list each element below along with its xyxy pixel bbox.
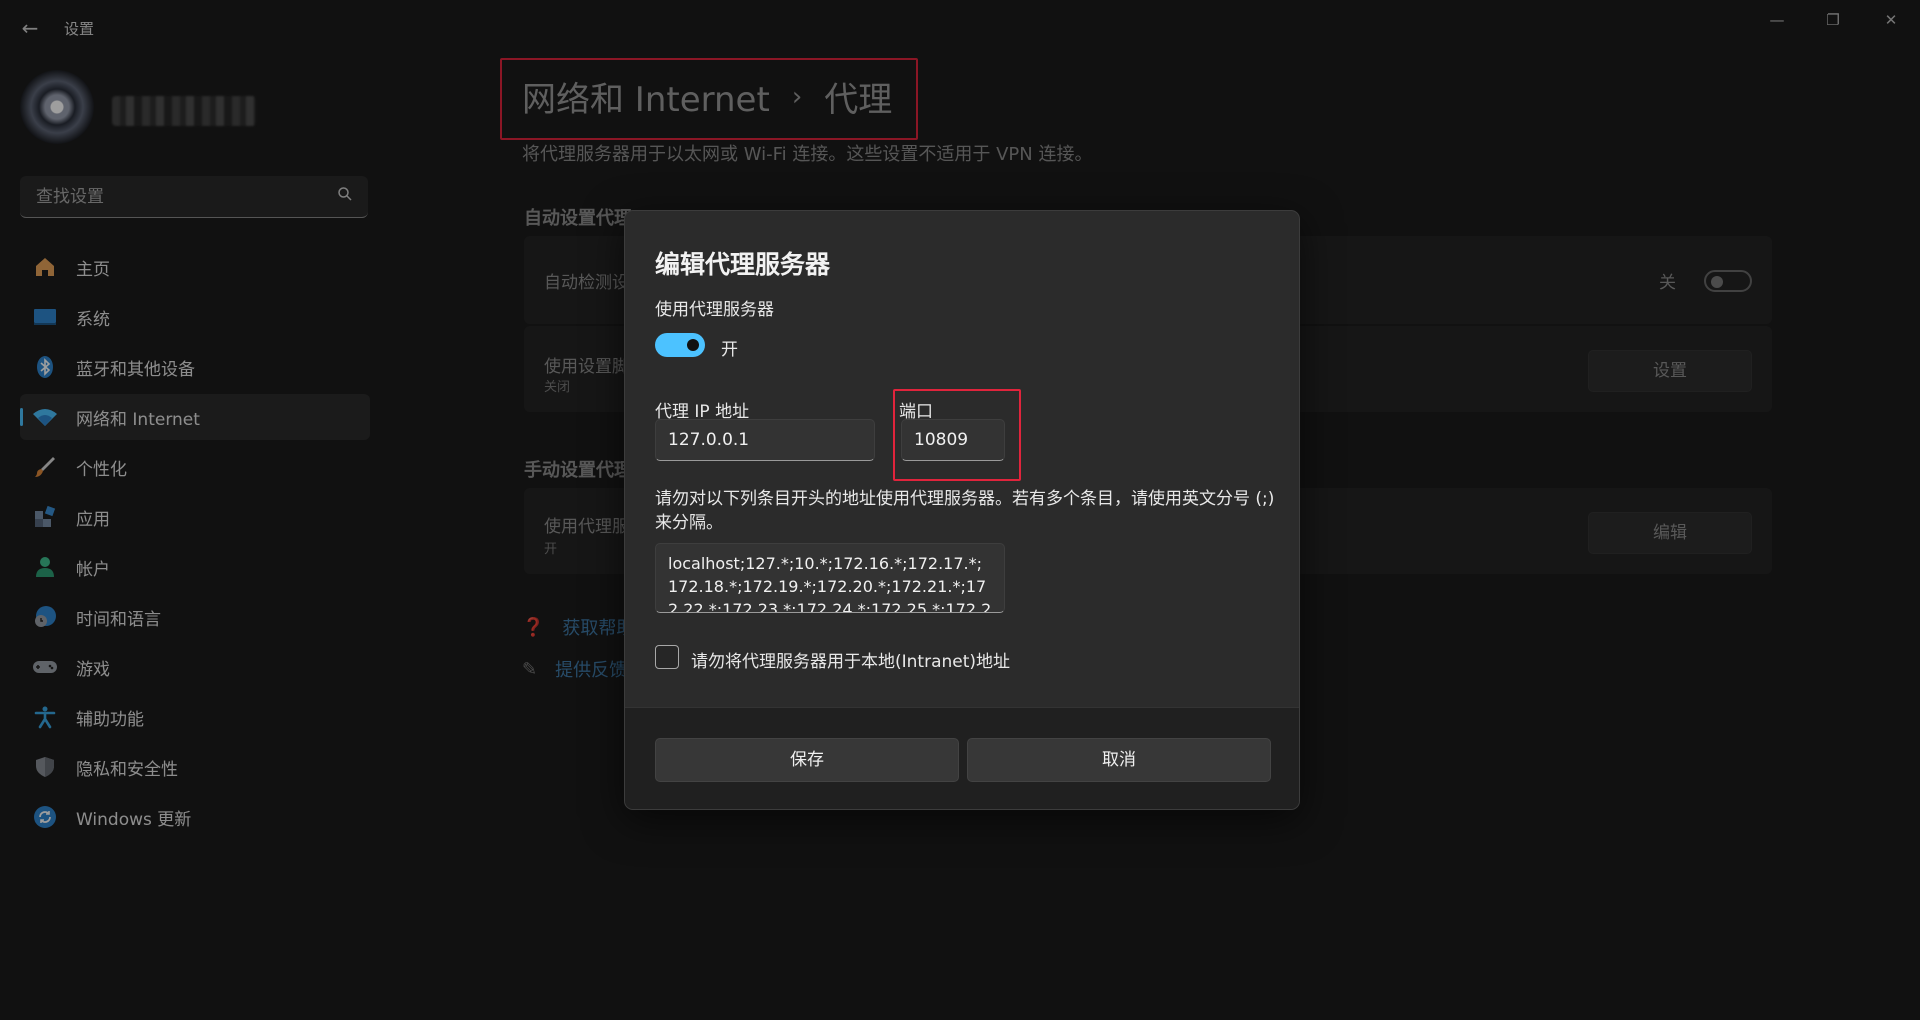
use-proxy-label: 使用代理服务器 xyxy=(655,300,774,320)
dialog-title: 编辑代理服务器 xyxy=(655,250,831,279)
exclusion-list-field[interactable]: localhost;127.*;10.*;172.16.*;172.17.*;1… xyxy=(655,543,1005,613)
dialog-footer: 保存 取消 xyxy=(625,707,1299,809)
toggle-state-label: 开 xyxy=(721,340,738,360)
ip-address-field[interactable] xyxy=(655,419,875,461)
use-proxy-toggle[interactable] xyxy=(655,333,705,357)
local-address-checkbox[interactable] xyxy=(655,645,679,669)
save-button[interactable]: 保存 xyxy=(655,738,959,782)
port-field[interactable] xyxy=(901,419,1005,461)
exclusion-help-text: 请勿对以下列条目开头的地址使用代理服务器。若有多个条目，请使用英文分号 (;) … xyxy=(655,489,1275,533)
edit-proxy-dialog: 编辑代理服务器 使用代理服务器 开 代理 IP 地址 端口 请勿对以下列条目开头… xyxy=(624,210,1300,810)
cancel-button[interactable]: 取消 xyxy=(967,738,1271,782)
local-address-label: 请勿将代理服务器用于本地(Intranet)地址 xyxy=(691,652,1011,672)
